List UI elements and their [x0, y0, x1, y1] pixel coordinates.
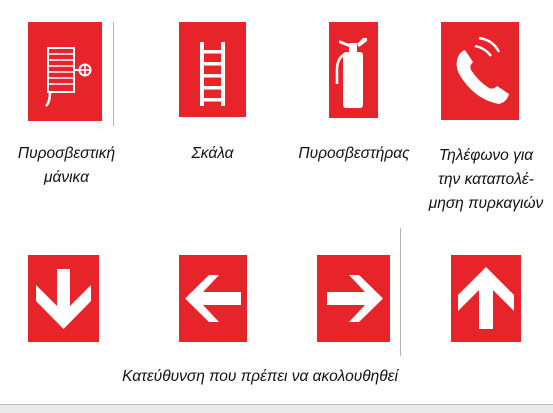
- fire-hose-sign: [28, 22, 102, 121]
- caption-extinguisher: Πυροσβεστήρας: [292, 142, 416, 166]
- fire-hose-reel-icon: [45, 47, 92, 107]
- caption-direction: Κατεύθυνση που πρέπει να ακολουθηθεί: [100, 365, 420, 389]
- caption-line: Κατεύθυνση που πρέπει να ακολουθηθεί: [122, 368, 398, 385]
- ladder-sign: [179, 22, 246, 117]
- caption-line: την καταπολέ-: [438, 171, 534, 188]
- caption-phone: Τηλέφωνο για την καταπολέ- μηση πυρκαγιώ…: [423, 144, 549, 216]
- caption-line: Τηλέφωνο για: [438, 147, 534, 164]
- phone-sign: [441, 22, 519, 120]
- arrow-right-icon: [327, 275, 383, 322]
- separator-line: [113, 22, 114, 126]
- arrow-up-sign: [451, 255, 521, 342]
- caption-fire-hose: Πυροσβεστική μάνικα: [10, 142, 123, 190]
- arrow-down-sign: [28, 255, 99, 342]
- caption-line: Πυροσβεστήρας: [298, 145, 410, 162]
- arrow-down-icon: [36, 269, 91, 329]
- caption-line: μηση πυρκαγιών: [428, 195, 544, 212]
- extinguisher-sign: [329, 22, 378, 118]
- separator-line: [400, 228, 401, 356]
- caption-line: μάνικα: [44, 169, 89, 186]
- telephone-icon: [456, 36, 509, 104]
- caption-ladder: Σκάλα: [170, 142, 255, 166]
- arrow-left-icon: [185, 275, 241, 322]
- caption-line: Σκάλα: [191, 145, 234, 162]
- page-bottom-border: [0, 404, 553, 413]
- caption-line: Πυροσβεστική: [17, 145, 116, 162]
- arrow-left-sign: [179, 255, 247, 342]
- ladder-icon: [200, 42, 225, 106]
- arrow-right-sign: [317, 255, 390, 342]
- arrow-up-icon: [458, 267, 514, 329]
- fire-extinguisher-icon: [335, 38, 367, 108]
